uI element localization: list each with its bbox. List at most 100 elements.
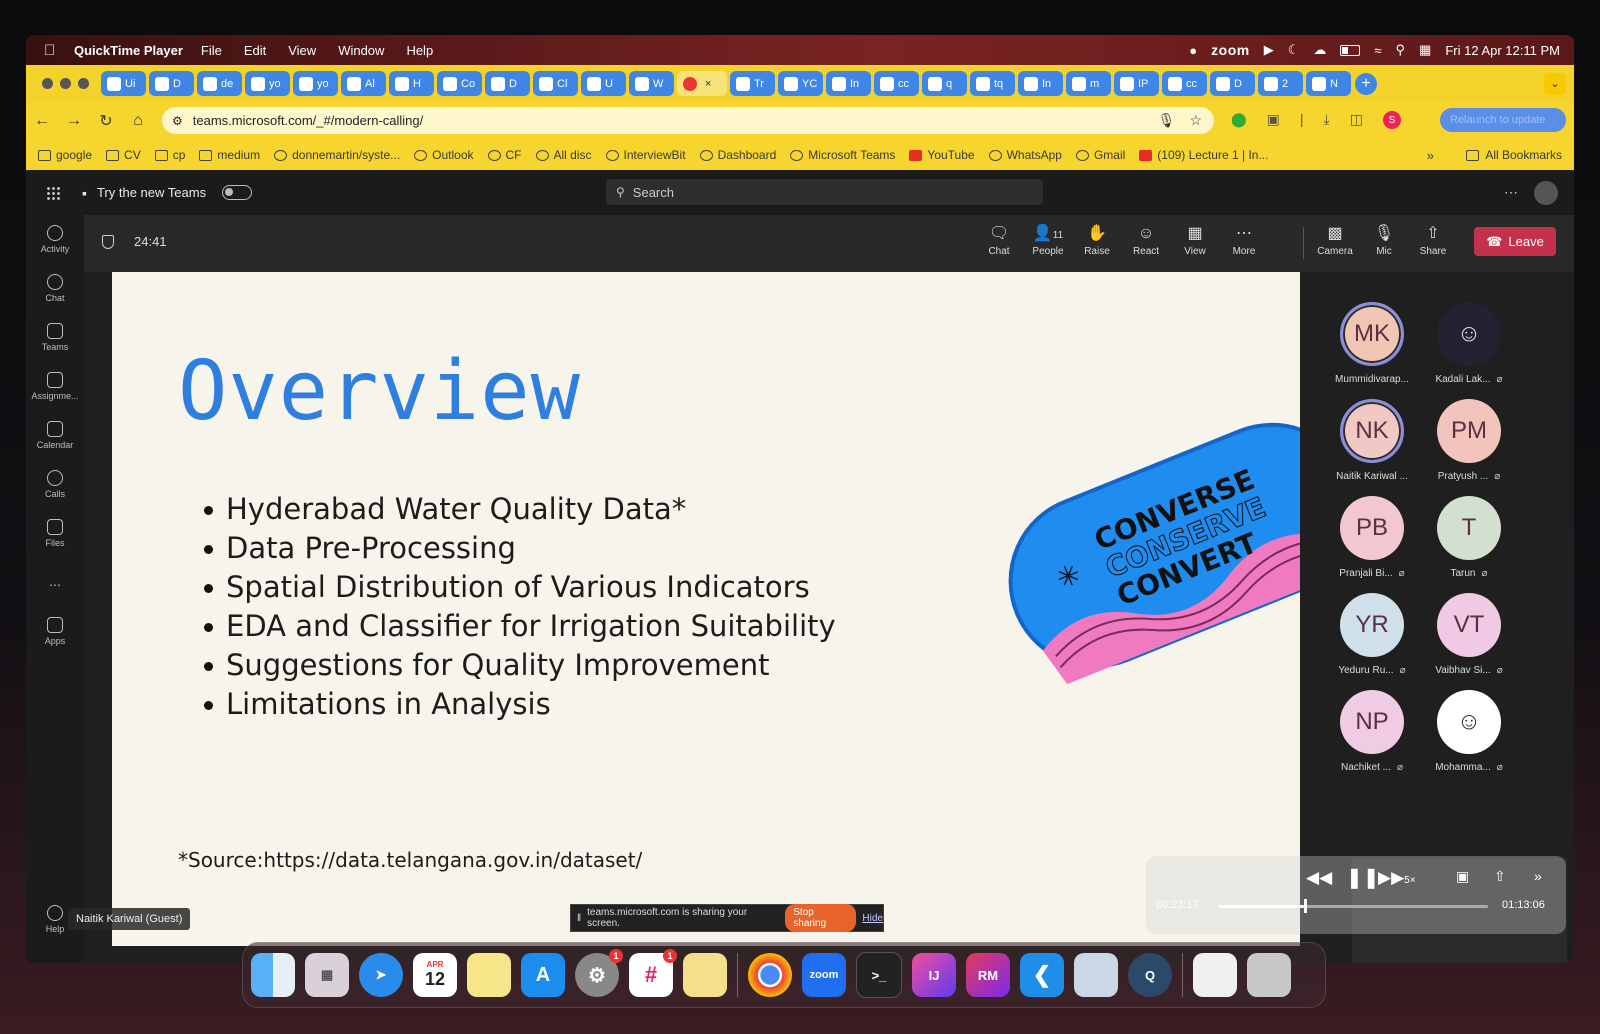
browser-tab[interactable]: In: [826, 71, 871, 96]
browser-tab[interactable]: W: [629, 71, 674, 96]
react-button[interactable]: ☺ React: [1122, 224, 1170, 257]
rail-calls[interactable]: Calls: [26, 470, 84, 499]
browser-tab[interactable]: Al: [341, 71, 386, 96]
all-bookmarks-button[interactable]: All Bookmarks: [1466, 148, 1562, 162]
slack-icon[interactable]: #1: [629, 949, 677, 997]
quicktime-icon[interactable]: Q: [1128, 953, 1172, 997]
browser-tab[interactable]: Co: [437, 71, 482, 96]
site-info-icon[interactable]: ⚙: [172, 114, 183, 128]
app-launcher-icon[interactable]: [46, 185, 60, 200]
browser-tab[interactable]: yo: [245, 71, 290, 96]
chrome-icon[interactable]: [748, 953, 792, 997]
rail-chat[interactable]: Chat: [26, 274, 84, 303]
browser-tab[interactable]: H: [389, 71, 434, 96]
home-icon[interactable]: ⌂: [122, 112, 154, 130]
participant-tile[interactable]: T Tarun ⌀: [1421, 496, 1517, 579]
participant-tile[interactable]: MK Mummidivarap...: [1324, 302, 1420, 385]
rail-apps[interactable]: Apps: [26, 617, 84, 646]
documents-stack-icon[interactable]: [1193, 953, 1237, 997]
browser-tab[interactable]: D: [149, 71, 194, 96]
menu-file[interactable]: File: [201, 43, 222, 58]
zoom-app-icon[interactable]: zoom: [802, 953, 846, 997]
trash-icon[interactable]: [1247, 953, 1291, 997]
leave-button[interactable]: ☎ Leave: [1474, 227, 1556, 256]
picture-in-picture-icon[interactable]: ▣: [1456, 868, 1469, 885]
bookmark-item[interactable]: Outlook: [414, 148, 474, 162]
rail-more[interactable]: ...: [26, 573, 84, 589]
app-name[interactable]: QuickTime Player: [74, 43, 183, 58]
share-icon[interactable]: ⇧: [1494, 868, 1506, 885]
wifi-icon[interactable]: ≈: [1374, 43, 1381, 58]
browser-tab[interactable]: IP: [1114, 71, 1159, 96]
bookmark-item[interactable]: CV: [106, 148, 141, 162]
record-status-icon[interactable]: ●: [1189, 43, 1197, 58]
play-status-icon[interactable]: ▶: [1264, 42, 1274, 58]
participant-tile[interactable]: PB Pranjali Bi... ⌀: [1324, 496, 1420, 579]
voice-search-icon[interactable]: 🎙: [1158, 112, 1176, 129]
preview-icon[interactable]: [1074, 953, 1118, 997]
browser-tab[interactable]: Ui: [101, 71, 146, 96]
menu-clock[interactable]: Fri 12 Apr 12:11 PM: [1445, 43, 1560, 58]
close-window-button[interactable]: [42, 78, 53, 89]
bookmark-item[interactable]: Gmail: [1075, 148, 1125, 162]
launchpad-icon[interactable]: ▦: [305, 953, 349, 997]
people-button[interactable]: 👤11 People: [1024, 224, 1072, 257]
raise-hand-button[interactable]: ✋ Raise: [1073, 224, 1121, 257]
minimize-window-button[interactable]: [60, 78, 71, 89]
menu-edit[interactable]: Edit: [244, 43, 266, 58]
shield-icon[interactable]: [102, 235, 114, 249]
puzzle-icon[interactable]: ▣: [1267, 111, 1280, 129]
bookmark-item[interactable]: InterviewBit: [605, 148, 686, 162]
playback-scrubber[interactable]: [1218, 899, 1488, 913]
browser-tab[interactable]: m: [1066, 71, 1111, 96]
bookmark-item[interactable]: YouTube: [909, 148, 975, 162]
safari-icon[interactable]: ➤: [359, 953, 403, 997]
menu-help[interactable]: Help: [406, 43, 433, 58]
back-icon[interactable]: ←: [26, 112, 58, 130]
bookmark-item[interactable]: cp: [154, 148, 185, 162]
rail-activity[interactable]: Activity: [26, 225, 84, 254]
bookmark-item[interactable]: All disc: [535, 148, 592, 162]
rubymine-icon[interactable]: RM: [966, 953, 1010, 997]
finder-icon[interactable]: [251, 953, 295, 997]
browser-tab[interactable]: cc: [874, 71, 919, 96]
camera-button[interactable]: ▩ Camera: [1311, 224, 1359, 257]
address-bar[interactable]: ⚙ teams.microsoft.com/_#/modern-calling/…: [162, 107, 1214, 134]
more-actions-button[interactable]: ⋯ More: [1220, 224, 1268, 257]
participant-tile[interactable]: ☺ Mohamma... ⌀: [1421, 690, 1517, 773]
view-button[interactable]: ▦ View: [1171, 224, 1219, 257]
reload-icon[interactable]: ↻: [90, 111, 122, 131]
download-icon[interactable]: ⤓: [1324, 111, 1330, 129]
browser-tab[interactable]: cc: [1162, 71, 1207, 96]
bookmark-item[interactable]: medium: [199, 148, 260, 162]
bookmark-item[interactable]: CF: [487, 148, 522, 162]
bookmark-item[interactable]: Microsoft Teams: [790, 148, 895, 162]
browser-tab[interactable]: In: [1018, 71, 1063, 96]
hide-notice-link[interactable]: Hide: [862, 913, 883, 924]
bookmarks-overflow-button[interactable]: »: [1427, 148, 1434, 163]
browser-tab[interactable]: 2: [1258, 71, 1303, 96]
calendar-app-icon[interactable]: APR 12: [413, 953, 457, 997]
forward-icon[interactable]: →: [58, 112, 90, 130]
rail-assignments[interactable]: Assignme...: [26, 372, 84, 401]
browser-tab[interactable]: D: [1210, 71, 1255, 96]
profile-avatar[interactable]: S: [1382, 111, 1401, 129]
search-input[interactable]: ⚲ Search: [606, 179, 1043, 205]
chat-button[interactable]: 🗨 Chat: [975, 224, 1023, 257]
bookmark-item[interactable]: donnemartin/syste...: [274, 148, 400, 162]
browser-tab[interactable]: q: [922, 71, 967, 96]
participant-tile[interactable]: YR Yeduru Ru... ⌀: [1324, 593, 1420, 676]
scrubber-handle[interactable]: [1304, 899, 1308, 913]
bookmark-item[interactable]: (109) Lecture 1 | In...: [1139, 148, 1268, 162]
side-panel-icon[interactable]: ◫: [1350, 111, 1363, 129]
participant-tile[interactable]: PM Pratyush ... ⌀: [1421, 399, 1517, 482]
fast-forward-button[interactable]: ▶▶5×: [1378, 868, 1416, 888]
bookmark-item[interactable]: WhatsApp: [988, 148, 1062, 162]
zoom-status-label[interactable]: zoom: [1211, 42, 1250, 58]
moon-icon[interactable]: ☾: [1288, 42, 1300, 58]
rewind-button[interactable]: ◀◀: [1306, 868, 1332, 888]
more-chevron-icon[interactable]: »: [1534, 868, 1542, 884]
browser-tab[interactable]: Tr: [730, 71, 775, 96]
browser-tab[interactable]: N: [1306, 71, 1351, 96]
bookmark-star-icon[interactable]: ☆: [1189, 112, 1202, 129]
